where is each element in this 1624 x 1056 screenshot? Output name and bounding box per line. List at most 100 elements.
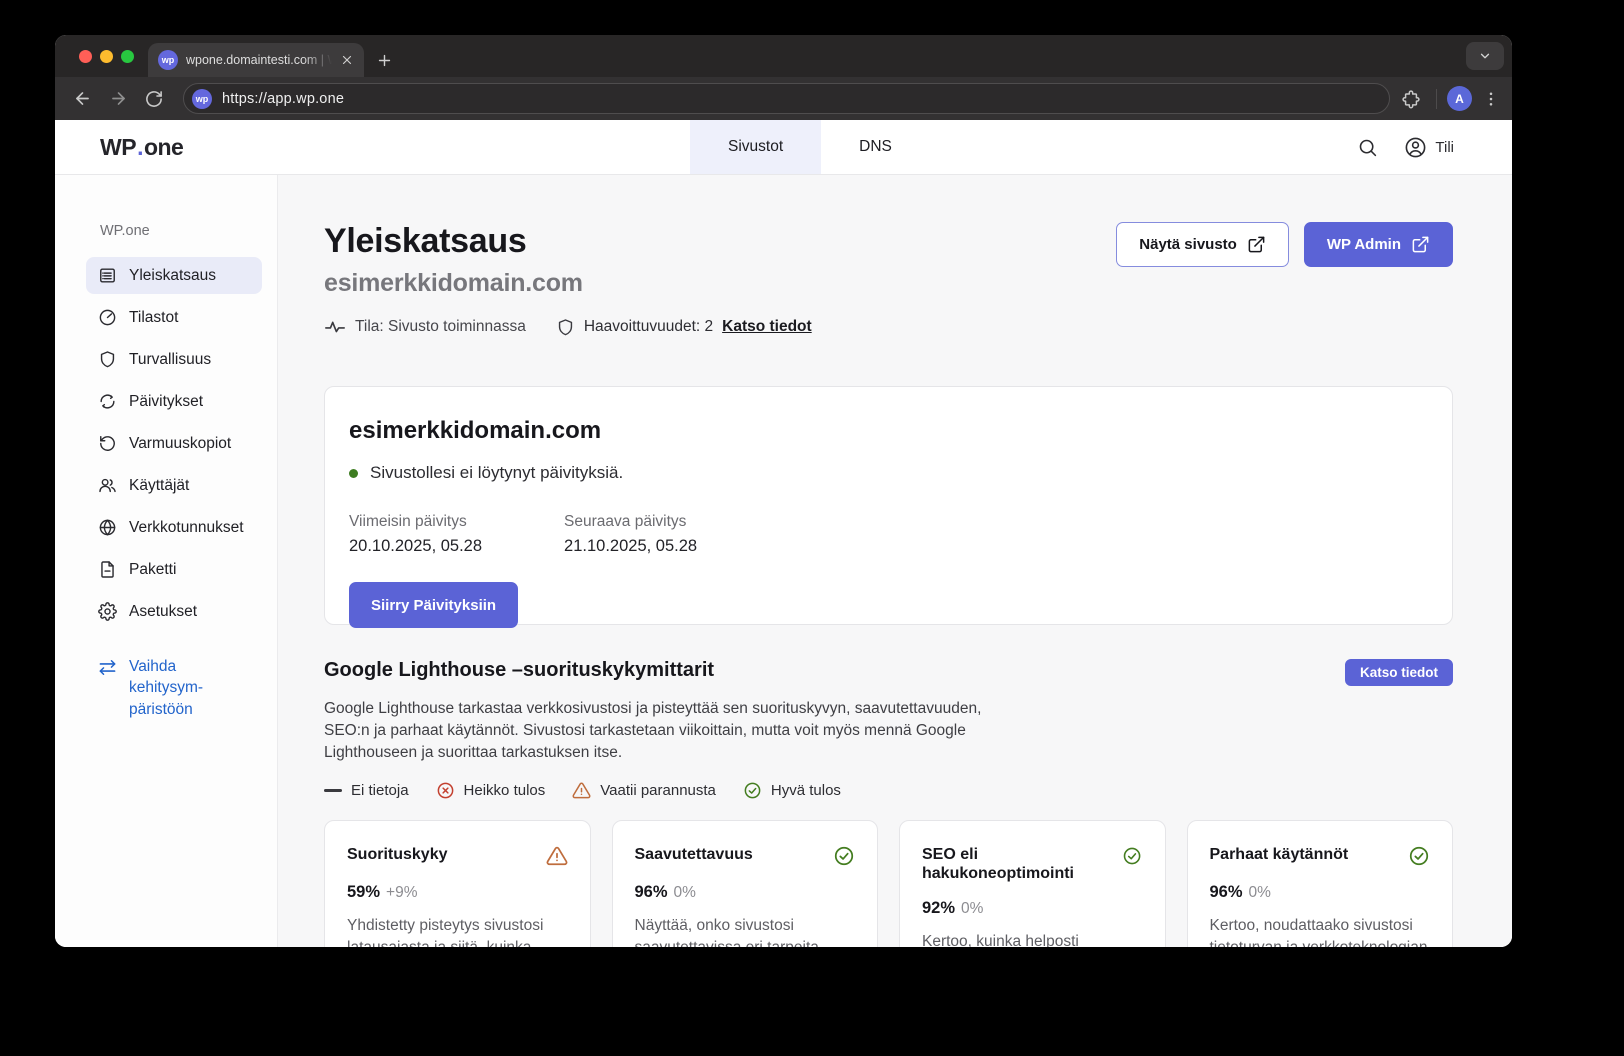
browser-menu-icon[interactable] (1482, 90, 1500, 108)
metric-card-seo: SEO eli hakukoneoptimointi 92%0% Kertoo,… (899, 820, 1166, 947)
legend-label: Hyvä tulos (771, 782, 841, 799)
view-site-label: Näytä sivusto (1139, 236, 1237, 253)
status-dot (349, 469, 358, 478)
wp-admin-button[interactable]: WP Admin (1304, 222, 1453, 267)
browser-toolbar: wp https://app.wp.one A (55, 77, 1512, 120)
legend-label: Heikko tulos (464, 782, 546, 799)
new-tab-button[interactable] (376, 52, 393, 69)
go-to-updates-button[interactable]: Siirry Päivityksiin (349, 582, 518, 628)
circle-check-icon (743, 781, 762, 800)
browser-tab[interactable]: wp wpone.domaintesti.com | WP (148, 43, 364, 77)
shield-icon (98, 350, 117, 369)
legend-good-result: Hyvä tulos (743, 781, 841, 800)
legend-weak-result: Heikko tulos (436, 781, 546, 800)
tab-sivustot[interactable]: Sivustot (690, 120, 821, 174)
globe-icon (98, 518, 117, 537)
metric-title: SEO eli hakukoneoptimointi (922, 845, 1116, 883)
circle-check-icon (833, 845, 855, 867)
circle-check-icon (1122, 845, 1142, 867)
legend-needs-improvement: Vaatii parannusta (572, 781, 716, 800)
url-bar[interactable]: wp https://app.wp.one (183, 83, 1390, 114)
logo-wp: WP (100, 134, 136, 161)
extensions-puzzle-icon[interactable] (1396, 84, 1426, 114)
sidebar-item-yleiskatsaus[interactable]: Yleiskatsaus (86, 257, 262, 294)
toolbar-divider (1436, 89, 1437, 109)
updates-card-domain: esimerkkidomain.com (349, 417, 1424, 445)
back-button[interactable] (67, 84, 97, 114)
metric-card-saavutettavuus: Saavutettavuus 96%0% Näyttää, onko sivus… (612, 820, 879, 947)
forward-button[interactable] (103, 84, 133, 114)
page-domain: esimerkkidomain.com (324, 269, 812, 298)
metric-score: 59% (347, 883, 380, 901)
lighthouse-details-button[interactable]: Katso tiedot (1345, 659, 1453, 686)
tab-search-chevron-button[interactable] (1466, 42, 1504, 70)
app-header: WP.one Sivustot DNS Tili (55, 120, 1512, 175)
next-update-value: 21.10.2025, 05.28 (564, 537, 697, 556)
metric-description: Yhdistetty pisteytys sivustosi latausaja… (347, 915, 568, 947)
sidebar-item-paketti[interactable]: Paketti (86, 551, 262, 588)
wpone-logo[interactable]: WP.one (100, 120, 183, 174)
header-right: Tili (1357, 120, 1512, 174)
status-row: Tila: Sivusto toiminnassa Haavoittuvuude… (324, 316, 812, 338)
document-icon (98, 560, 117, 579)
vulnerabilities-text: Haavoittuvuudet: 2 (584, 318, 713, 336)
switch-environment-link[interactable]: Vaihda kehitysym­päristöön (98, 656, 238, 720)
circle-check-icon (1408, 845, 1430, 867)
external-link-icon (1247, 235, 1266, 254)
url-text: https://app.wp.one (222, 91, 344, 107)
account-label: Tili (1435, 139, 1454, 156)
sidebar-item-label: Tilastot (129, 309, 178, 327)
app-body: WP.one Yleiskatsaus Tilastot Turvallisuu… (55, 175, 1512, 947)
page-title: Yleiskatsaus (324, 222, 812, 261)
sidebar-item-label: Verkkotunnukset (129, 519, 244, 537)
site-status-text: Tila: Sivusto toiminnassa (355, 318, 526, 336)
metric-delta: 0% (1249, 884, 1271, 901)
minimize-window-button[interactable] (100, 50, 113, 63)
browser-window: wp wpone.domaintesti.com | WP (55, 35, 1512, 947)
sidebar-group-label: WP.one (100, 223, 261, 239)
sidebar-item-verkkotunnukset[interactable]: Verkkotunnukset (86, 509, 262, 546)
tab-dns[interactable]: DNS (821, 120, 930, 174)
traffic-lights (79, 50, 134, 63)
vulnerabilities-details-link[interactable]: Katso tiedot (722, 318, 812, 336)
metric-title: Saavutettavuus (635, 845, 753, 864)
zoom-window-button[interactable] (121, 50, 134, 63)
metric-delta: +9% (386, 884, 417, 901)
search-icon[interactable] (1357, 137, 1378, 158)
last-update-value: 20.10.2025, 05.28 (349, 537, 482, 556)
external-link-icon (1411, 235, 1430, 254)
view-site-button[interactable]: Näytä sivusto (1116, 222, 1289, 267)
tab-close-icon[interactable] (340, 53, 354, 67)
metric-description: Kertoo, kuinka helposti sivustosi löytyy… (922, 931, 1143, 947)
metric-card-suorituskyky: Suorituskyky 59%+9% Yhdistetty pisteytys… (324, 820, 591, 947)
sidebar-item-label: Paketti (129, 561, 176, 579)
legend-no-data: Ei tietoja (324, 782, 409, 799)
sidebar-item-turvallisuus[interactable]: Turvallisuus (86, 341, 262, 378)
users-icon (98, 476, 117, 495)
wpone-app: WP.one Sivustot DNS Tili (55, 120, 1512, 947)
sidebar-item-kayttajat[interactable]: Käyttäjät (86, 467, 262, 504)
dash-icon (324, 789, 342, 792)
sidebar-item-paivitykset[interactable]: Päivitykset (86, 383, 262, 420)
wp-admin-label: WP Admin (1327, 236, 1401, 253)
metric-score: 96% (1210, 883, 1243, 901)
reload-button[interactable] (139, 84, 169, 114)
sidebar-item-label: Käyttäjät (129, 477, 189, 495)
url-favicon: wp (192, 89, 212, 109)
toolbar-right: A (1396, 84, 1500, 114)
next-update-label: Seuraava päivitys (564, 513, 697, 531)
profile-avatar[interactable]: A (1447, 86, 1472, 111)
sidebar-item-asetukset[interactable]: Asetukset (86, 593, 262, 630)
sidebar-item-tilastot[interactable]: Tilastot (86, 299, 262, 336)
account-button[interactable]: Tili (1404, 136, 1454, 159)
warning-triangle-icon (572, 781, 591, 800)
lighthouse-metrics: Suorituskyky 59%+9% Yhdistetty pisteytys… (324, 820, 1453, 947)
sidebar: WP.one Yleiskatsaus Tilastot Turvallisuu… (55, 175, 278, 947)
top-nav: Sivustot DNS (690, 120, 930, 174)
metric-delta: 0% (961, 900, 983, 917)
close-window-button[interactable] (79, 50, 92, 63)
metric-description: Kertoo, noudattaako sivustosi tietoturva… (1210, 915, 1431, 947)
sidebar-item-varmuuskopiot[interactable]: Varmuuskopiot (86, 425, 262, 462)
desktop-background: wp wpone.domaintesti.com | WP (0, 0, 1624, 1056)
sidebar-item-label: Turvallisuus (129, 351, 211, 369)
